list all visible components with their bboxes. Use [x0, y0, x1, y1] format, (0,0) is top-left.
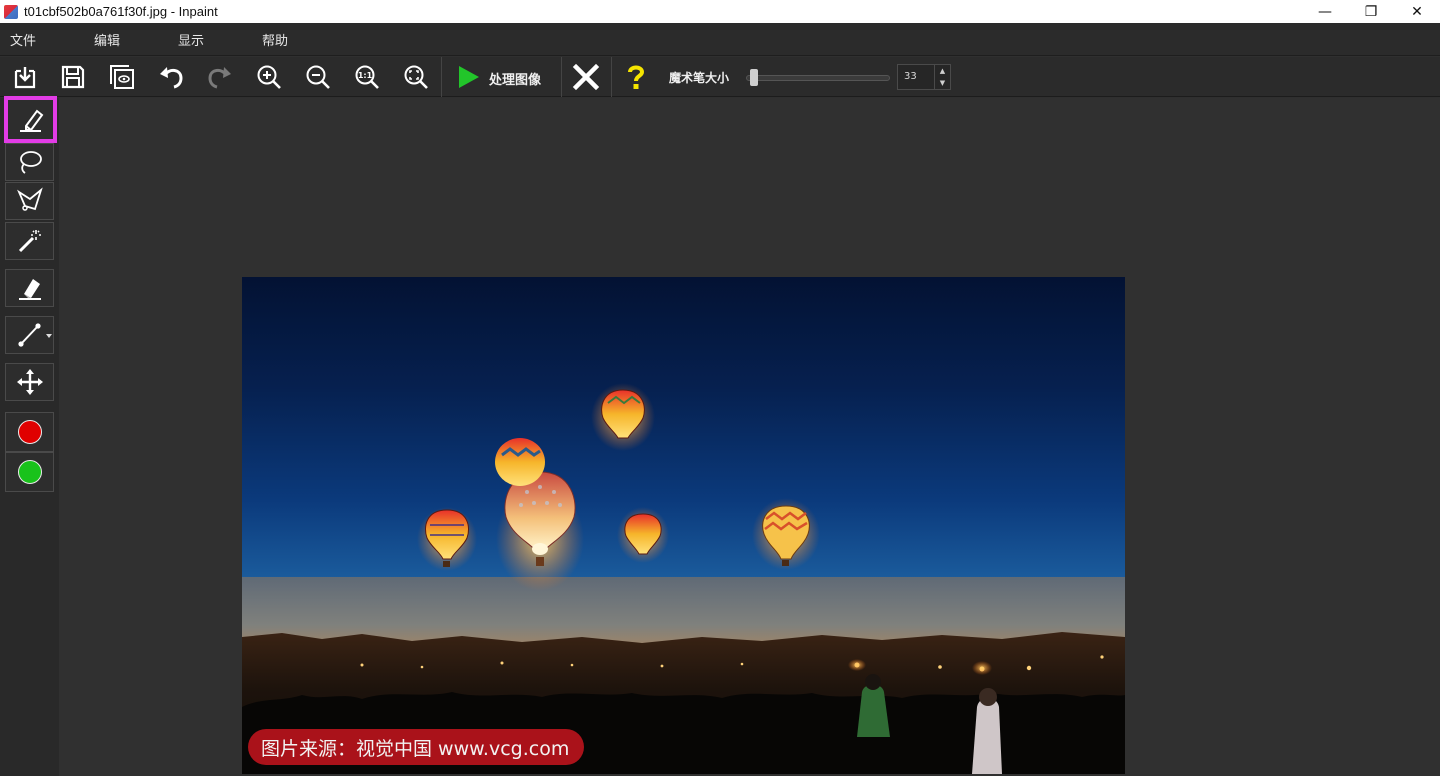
magic-wand-icon: [18, 230, 41, 253]
lasso-icon: [19, 151, 42, 174]
toolbar: 1:1 处理图像 魔术笔大小 33 ▲ ▼: [0, 57, 1440, 97]
fit-window-icon: [404, 65, 428, 89]
minimize-button[interactable]: —: [1302, 0, 1348, 23]
marker-tool[interactable]: [4, 96, 57, 143]
help-icon: [628, 65, 645, 89]
window-controls: — ❐ ✕: [1302, 0, 1440, 23]
spin-up-icon[interactable]: ▲: [935, 65, 950, 77]
help-button[interactable]: [620, 61, 652, 93]
open-icon: [14, 67, 36, 89]
green-color-swatch: [17, 460, 42, 484]
move-icon: [16, 369, 43, 395]
open-button[interactable]: [9, 61, 41, 93]
spinbox-value[interactable]: 33: [898, 65, 934, 89]
window-title: t01cbf502b0a761f30f.jpg - Inpaint: [24, 4, 218, 19]
magic-wand-size-label: 魔术笔大小: [669, 71, 730, 85]
image-canvas[interactable]: 图片来源：视觉中国 www.vcg.com: [242, 277, 1125, 774]
play-icon: [459, 66, 479, 88]
tool-panel: [0, 96, 59, 776]
actual-size-button[interactable]: 1:1: [351, 61, 383, 93]
clear-selection-button[interactable]: [570, 61, 602, 93]
spin-arrows: ▲ ▼: [934, 65, 950, 89]
clear-icon: [572, 63, 600, 91]
process-image-label[interactable]: 处理图像: [489, 69, 541, 88]
guide-line-tool[interactable]: [5, 316, 54, 354]
menu-bar: 文件 编辑 显示 帮助: [0, 23, 1440, 56]
maximize-button[interactable]: ❐: [1348, 0, 1394, 23]
lasso-tool[interactable]: [5, 143, 54, 181]
app-icon: [4, 4, 18, 19]
redo-button[interactable]: [204, 61, 236, 93]
preview-button[interactable]: [106, 61, 138, 93]
line-icon: [17, 323, 41, 347]
menu-file[interactable]: 文件: [0, 30, 84, 49]
zoom-in-button[interactable]: [253, 61, 285, 93]
watermark-text: 图片来源：视觉中国 www.vcg.com: [261, 738, 570, 760]
process-image-button[interactable]: [452, 61, 484, 93]
eraser-icon: [18, 279, 41, 300]
move-tool[interactable]: [5, 363, 54, 401]
actual-size-icon: 1:1: [355, 65, 379, 89]
magic-wand-size-slider[interactable]: [746, 75, 890, 81]
menu-view[interactable]: 显示: [168, 30, 252, 49]
save-button[interactable]: [57, 61, 89, 93]
toolbar-separator: [611, 57, 612, 97]
keep-color-button[interactable]: [5, 452, 54, 492]
magic-wand-tool[interactable]: [5, 222, 54, 260]
spin-down-icon[interactable]: ▼: [935, 77, 950, 89]
remove-color-button[interactable]: [5, 412, 54, 452]
toolbar-separator: [561, 57, 562, 97]
svg-text:1:1: 1:1: [358, 71, 373, 80]
eraser-tool[interactable]: [5, 269, 54, 307]
zoom-out-icon: [306, 65, 330, 89]
title-bar: t01cbf502b0a761f30f.jpg - Inpaint — ❐ ✕: [0, 0, 1440, 23]
fit-window-button[interactable]: [400, 61, 432, 93]
preview-icon: [110, 65, 134, 89]
save-icon: [61, 65, 85, 89]
polygonal-lasso-tool[interactable]: [5, 182, 54, 220]
dropdown-arrow-icon[interactable]: [46, 333, 52, 339]
slider-thumb[interactable]: [750, 69, 758, 86]
polygon-lasso-icon: [16, 187, 43, 211]
undo-button[interactable]: [155, 61, 187, 93]
close-button[interactable]: ✕: [1394, 0, 1440, 23]
menu-help[interactable]: 帮助: [252, 30, 336, 49]
toolbar-separator: [441, 57, 442, 97]
red-color-swatch: [17, 420, 42, 444]
zoom-out-button[interactable]: [302, 61, 334, 93]
undo-icon: [160, 67, 183, 89]
magic-wand-size-spinbox[interactable]: 33 ▲ ▼: [897, 64, 951, 90]
night-sky-balloons-image: [242, 383, 1125, 774]
zoom-in-icon: [257, 65, 281, 89]
redo-icon: [208, 67, 231, 89]
menu-edit[interactable]: 编辑: [84, 30, 168, 49]
marker-icon: [19, 109, 43, 132]
